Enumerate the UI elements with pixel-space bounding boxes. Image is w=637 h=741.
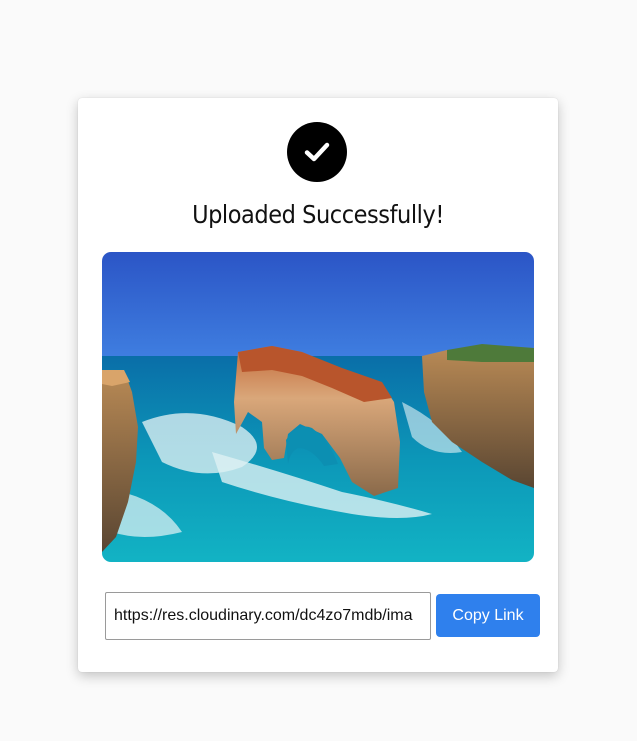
upload-success-card: Uploaded Successfully! https://res.cloud… [78, 98, 558, 672]
success-badge [287, 122, 347, 182]
image-link-input[interactable] [105, 592, 431, 640]
copy-link-button[interactable]: Copy Link [436, 594, 540, 637]
check-icon [304, 142, 330, 162]
success-title: Uploaded Successfully! [192, 200, 444, 229]
uploaded-image [102, 252, 534, 562]
